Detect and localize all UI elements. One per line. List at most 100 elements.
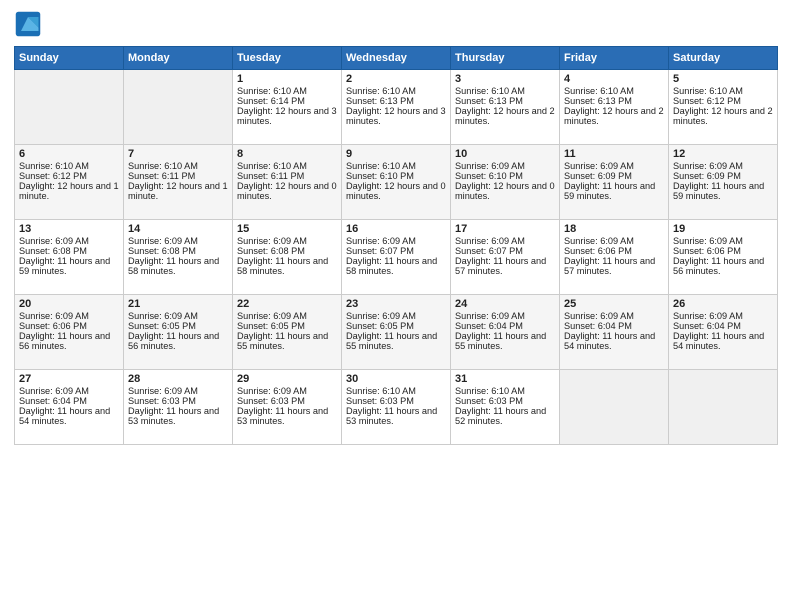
sunset-text: Sunset: 6:06 PM	[19, 321, 87, 331]
calendar-cell: 26Sunrise: 6:09 AMSunset: 6:04 PMDayligh…	[669, 295, 778, 370]
sunset-text: Sunset: 6:09 PM	[673, 171, 741, 181]
day-number: 11	[564, 148, 664, 160]
calendar-cell: 14Sunrise: 6:09 AMSunset: 6:08 PMDayligh…	[124, 220, 233, 295]
calendar-cell: 19Sunrise: 6:09 AMSunset: 6:06 PMDayligh…	[669, 220, 778, 295]
week-row-1: 1Sunrise: 6:10 AMSunset: 6:14 PMDaylight…	[15, 70, 778, 145]
daylight-text: Daylight: 11 hours and 57 minutes.	[564, 256, 655, 276]
calendar-cell: 28Sunrise: 6:09 AMSunset: 6:03 PMDayligh…	[124, 370, 233, 445]
calendar-cell: 12Sunrise: 6:09 AMSunset: 6:09 PMDayligh…	[669, 145, 778, 220]
calendar-cell: 22Sunrise: 6:09 AMSunset: 6:05 PMDayligh…	[233, 295, 342, 370]
calendar-cell: 27Sunrise: 6:09 AMSunset: 6:04 PMDayligh…	[15, 370, 124, 445]
day-number: 19	[673, 223, 773, 235]
day-number: 9	[346, 148, 446, 160]
calendar-cell: 4Sunrise: 6:10 AMSunset: 6:13 PMDaylight…	[560, 70, 669, 145]
sunrise-text: Sunrise: 6:10 AM	[346, 161, 416, 171]
sunrise-text: Sunrise: 6:09 AM	[128, 236, 198, 246]
logo	[14, 10, 44, 38]
header-cell-saturday: Saturday	[669, 47, 778, 70]
sunrise-text: Sunrise: 6:09 AM	[455, 236, 525, 246]
calendar-cell: 10Sunrise: 6:09 AMSunset: 6:10 PMDayligh…	[451, 145, 560, 220]
calendar-cell: 31Sunrise: 6:10 AMSunset: 6:03 PMDayligh…	[451, 370, 560, 445]
sunset-text: Sunset: 6:13 PM	[564, 96, 632, 106]
sunset-text: Sunset: 6:08 PM	[19, 246, 87, 256]
sunset-text: Sunset: 6:06 PM	[673, 246, 741, 256]
header-row: SundayMondayTuesdayWednesdayThursdayFrid…	[15, 47, 778, 70]
daylight-text: Daylight: 12 hours and 2 minutes.	[564, 106, 664, 126]
sunrise-text: Sunrise: 6:09 AM	[19, 311, 89, 321]
day-number: 18	[564, 223, 664, 235]
sunrise-text: Sunrise: 6:09 AM	[128, 386, 198, 396]
sunset-text: Sunset: 6:04 PM	[455, 321, 523, 331]
day-number: 10	[455, 148, 555, 160]
calendar-cell: 23Sunrise: 6:09 AMSunset: 6:05 PMDayligh…	[342, 295, 451, 370]
calendar-cell: 29Sunrise: 6:09 AMSunset: 6:03 PMDayligh…	[233, 370, 342, 445]
daylight-text: Daylight: 11 hours and 54 minutes.	[19, 406, 110, 426]
day-number: 25	[564, 298, 664, 310]
sunset-text: Sunset: 6:10 PM	[455, 171, 523, 181]
sunset-text: Sunset: 6:05 PM	[128, 321, 196, 331]
calendar-cell	[560, 370, 669, 445]
daylight-text: Daylight: 12 hours and 1 minute.	[19, 181, 119, 201]
sunrise-text: Sunrise: 6:10 AM	[128, 161, 198, 171]
sunrise-text: Sunrise: 6:09 AM	[19, 386, 89, 396]
calendar-cell	[15, 70, 124, 145]
calendar-cell: 1Sunrise: 6:10 AMSunset: 6:14 PMDaylight…	[233, 70, 342, 145]
sunrise-text: Sunrise: 6:10 AM	[673, 86, 743, 96]
day-number: 21	[128, 298, 228, 310]
day-number: 30	[346, 373, 446, 385]
day-number: 27	[19, 373, 119, 385]
day-number: 24	[455, 298, 555, 310]
daylight-text: Daylight: 12 hours and 2 minutes.	[455, 106, 555, 126]
sunset-text: Sunset: 6:04 PM	[673, 321, 741, 331]
sunrise-text: Sunrise: 6:10 AM	[346, 86, 416, 96]
sunset-text: Sunset: 6:11 PM	[128, 171, 195, 181]
daylight-text: Daylight: 11 hours and 53 minutes.	[237, 406, 328, 426]
day-number: 17	[455, 223, 555, 235]
daylight-text: Daylight: 11 hours and 53 minutes.	[346, 406, 437, 426]
daylight-text: Daylight: 12 hours and 0 minutes.	[455, 181, 555, 201]
calendar-cell: 2Sunrise: 6:10 AMSunset: 6:13 PMDaylight…	[342, 70, 451, 145]
calendar-cell: 8Sunrise: 6:10 AMSunset: 6:11 PMDaylight…	[233, 145, 342, 220]
day-number: 1	[237, 73, 337, 85]
sunrise-text: Sunrise: 6:09 AM	[564, 311, 634, 321]
calendar-cell: 5Sunrise: 6:10 AMSunset: 6:12 PMDaylight…	[669, 70, 778, 145]
sunset-text: Sunset: 6:03 PM	[346, 396, 414, 406]
day-number: 12	[673, 148, 773, 160]
sunset-text: Sunset: 6:08 PM	[128, 246, 196, 256]
day-number: 26	[673, 298, 773, 310]
sunset-text: Sunset: 6:04 PM	[564, 321, 632, 331]
sunrise-text: Sunrise: 6:10 AM	[564, 86, 634, 96]
header	[14, 10, 778, 38]
sunrise-text: Sunrise: 6:09 AM	[564, 236, 634, 246]
sunrise-text: Sunrise: 6:09 AM	[237, 236, 307, 246]
daylight-text: Daylight: 11 hours and 54 minutes.	[564, 331, 655, 351]
daylight-text: Daylight: 11 hours and 57 minutes.	[455, 256, 546, 276]
day-number: 7	[128, 148, 228, 160]
daylight-text: Daylight: 11 hours and 53 minutes.	[128, 406, 219, 426]
daylight-text: Daylight: 12 hours and 3 minutes.	[346, 106, 446, 126]
sunrise-text: Sunrise: 6:09 AM	[673, 236, 743, 246]
daylight-text: Daylight: 12 hours and 2 minutes.	[673, 106, 773, 126]
daylight-text: Daylight: 11 hours and 59 minutes.	[19, 256, 110, 276]
sunrise-text: Sunrise: 6:09 AM	[673, 311, 743, 321]
calendar-cell: 3Sunrise: 6:10 AMSunset: 6:13 PMDaylight…	[451, 70, 560, 145]
daylight-text: Daylight: 11 hours and 56 minutes.	[19, 331, 110, 351]
day-number: 6	[19, 148, 119, 160]
daylight-text: Daylight: 11 hours and 55 minutes.	[346, 331, 437, 351]
sunset-text: Sunset: 6:07 PM	[455, 246, 523, 256]
sunrise-text: Sunrise: 6:09 AM	[128, 311, 198, 321]
daylight-text: Daylight: 11 hours and 56 minutes.	[673, 256, 764, 276]
calendar-cell: 11Sunrise: 6:09 AMSunset: 6:09 PMDayligh…	[560, 145, 669, 220]
calendar-cell: 18Sunrise: 6:09 AMSunset: 6:06 PMDayligh…	[560, 220, 669, 295]
calendar-cell: 30Sunrise: 6:10 AMSunset: 6:03 PMDayligh…	[342, 370, 451, 445]
day-number: 3	[455, 73, 555, 85]
sunrise-text: Sunrise: 6:09 AM	[346, 311, 416, 321]
header-cell-thursday: Thursday	[451, 47, 560, 70]
day-number: 8	[237, 148, 337, 160]
daylight-text: Daylight: 11 hours and 55 minutes.	[237, 331, 328, 351]
page-container: SundayMondayTuesdayWednesdayThursdayFrid…	[0, 0, 792, 453]
sunset-text: Sunset: 6:13 PM	[346, 96, 414, 106]
daylight-text: Daylight: 11 hours and 58 minutes.	[128, 256, 219, 276]
sunrise-text: Sunrise: 6:10 AM	[237, 161, 307, 171]
day-number: 4	[564, 73, 664, 85]
